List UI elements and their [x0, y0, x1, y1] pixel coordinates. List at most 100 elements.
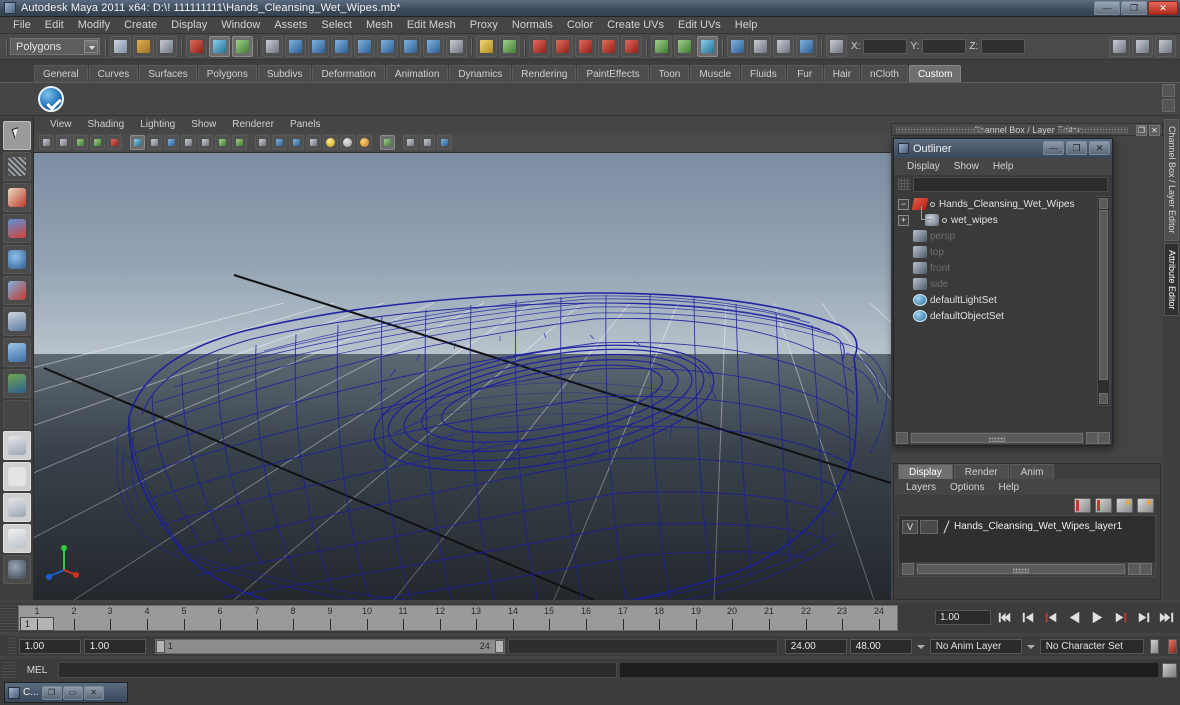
absolute-transform-icon[interactable] [826, 36, 847, 57]
step-forward-frame-button[interactable] [1111, 608, 1130, 627]
tab-attribute-editor[interactable]: Attribute Editor [1164, 242, 1179, 317]
command-line-grip-icon[interactable] [2, 662, 16, 678]
shelf-scroll-up-icon[interactable] [1162, 84, 1175, 97]
hscroll-left-icon[interactable] [896, 431, 908, 444]
layer-tab-display[interactable]: Display [898, 464, 953, 479]
grid-toggle-icon[interactable] [130, 135, 145, 150]
y-input[interactable] [922, 39, 967, 54]
menu-item-modify[interactable]: Modify [71, 17, 117, 34]
isolate-select-icon[interactable] [380, 135, 395, 150]
snap-to-planes-button[interactable] [598, 36, 619, 57]
outliner-persp-layout-button[interactable] [2, 493, 31, 522]
scroll-up-icon[interactable] [1099, 198, 1108, 209]
step-forward-key-button[interactable] [1134, 608, 1153, 627]
menu-item-edit[interactable]: Edit [38, 17, 71, 34]
taskbar-maximize-button[interactable]: ▭ [62, 685, 83, 700]
shadows-icon[interactable] [357, 135, 372, 150]
new-layer-from-selected-icon[interactable] [1095, 497, 1112, 513]
outliner-close-button[interactable]: ✕ [1089, 141, 1110, 155]
scroll-down-icon[interactable] [1099, 393, 1108, 404]
script-editor-icon[interactable] [1162, 662, 1177, 678]
anim-layer-dropdown[interactable]: No Anim Layer [929, 638, 1022, 654]
component-mask-button[interactable] [262, 36, 283, 57]
dock-grip-left[interactable] [896, 127, 986, 133]
menu-item-window[interactable]: Window [214, 17, 267, 34]
hotbox-horse-icon[interactable] [2, 555, 31, 584]
soft-modification-tool[interactable] [2, 338, 31, 367]
z-input[interactable] [981, 39, 1026, 54]
outliner-item-hands_cleansing_wet_wipes[interactable]: − Hands_Cleansing_Wet_Wipes [894, 196, 1112, 219]
snap-to-grids-button[interactable] [529, 36, 550, 57]
smooth-shade-icon[interactable] [272, 135, 287, 150]
outliner-menu-help[interactable]: Help [986, 161, 1021, 172]
menu-item-assets[interactable]: Assets [267, 17, 314, 34]
layer-tab-anim[interactable]: Anim [1009, 464, 1055, 479]
outliner-expander-hands_cleansing_wet_wipes[interactable]: − [898, 198, 909, 210]
hypershade-button[interactable] [796, 36, 817, 57]
go-to-start-button[interactable] [996, 608, 1015, 627]
gate-mask-icon[interactable] [181, 135, 196, 150]
new-layer-icon[interactable] [1074, 497, 1091, 513]
taskbar-restore-button[interactable]: ❐ [41, 685, 62, 700]
last-tool-slot[interactable] [2, 400, 31, 429]
layer-hscroll-right-icon[interactable] [1128, 563, 1140, 575]
shelf-tab-fluids[interactable]: Fluids [741, 65, 786, 82]
render-settings-button[interactable] [697, 36, 718, 57]
outliner-minimize-button[interactable]: — [1043, 141, 1064, 155]
range-max-field[interactable]: 48.00 [849, 638, 912, 654]
menu-item-help[interactable]: Help [728, 17, 765, 34]
shelf-tab-custom[interactable]: Custom [908, 65, 962, 82]
menu-item-edit-uvs[interactable]: Edit UVs [671, 17, 728, 34]
face-mask-button[interactable] [354, 36, 375, 57]
outliner-search-input[interactable] [913, 176, 1108, 192]
new-scene-button[interactable] [110, 36, 131, 57]
shelf-scroll-arrows[interactable] [1162, 84, 1176, 114]
four-view-layout-button[interactable] [2, 462, 31, 491]
outliner-item-defaultlightset[interactable]: defaultLightSet [894, 292, 1112, 308]
hull-mask-button[interactable] [377, 36, 398, 57]
hscroll-end-icon[interactable] [1098, 431, 1110, 444]
text-toggle-icon[interactable] [232, 135, 247, 150]
line-mask-button[interactable] [331, 36, 352, 57]
step-back-frame-button[interactable] [1042, 608, 1061, 627]
rotate-tool[interactable] [2, 245, 31, 274]
go-to-end-button[interactable] [1157, 608, 1176, 627]
universal-manipulator-tool[interactable] [2, 307, 31, 336]
range-handle-left[interactable] [155, 639, 165, 653]
layer-hscroll-thumb[interactable] [917, 564, 1125, 574]
handle-mask-button[interactable] [285, 36, 306, 57]
use-all-lights-icon[interactable] [340, 135, 355, 150]
anim-layer-chevron-icon[interactable] [915, 639, 927, 654]
outliner-item-wet_wipes[interactable]: + wet_wipes [894, 212, 1112, 228]
layer-list[interactable]: V Hands_Cleansing_Wet_Wipes_layer1 [898, 515, 1156, 577]
taskbar-window[interactable]: C... ❐ ▭ ✕ [4, 682, 128, 703]
mel-input[interactable] [57, 662, 618, 678]
menu-item-create[interactable]: Create [117, 17, 164, 34]
scale-tool[interactable] [2, 276, 31, 305]
outliner-item-front[interactable]: front [894, 260, 1112, 276]
menuset-selector[interactable]: Polygons [10, 38, 100, 55]
snap-to-points-button[interactable] [575, 36, 596, 57]
layer-row[interactable]: V Hands_Cleansing_Wet_Wipes_layer1 [899, 518, 1155, 535]
blue-check-icon[interactable] [38, 86, 64, 112]
shelf-tab-subdivs[interactable]: Subdivs [257, 65, 312, 82]
camera-attributes-icon[interactable] [56, 135, 71, 150]
range-end-field[interactable]: 24.00 [784, 638, 847, 654]
animation-preferences-icon[interactable] [1167, 638, 1178, 654]
layer-hscroll-left-icon[interactable] [902, 563, 914, 575]
outliner-horizontal-scrollbar[interactable] [894, 430, 1112, 445]
viewport-menu-renderer[interactable]: Renderer [224, 117, 282, 133]
dock-close-button[interactable]: ✕ [1149, 125, 1160, 136]
lasso-select-tool[interactable] [2, 152, 31, 181]
layer-shading-icon[interactable] [940, 520, 953, 534]
shelf-tab-polygons[interactable]: Polygons [197, 65, 257, 82]
wireframe-shading-icon[interactable] [255, 135, 270, 150]
snap-grid-button[interactable] [499, 36, 520, 57]
3d-viewport[interactable]: persp [34, 153, 891, 600]
menu-item-color[interactable]: Color [560, 17, 600, 34]
render-view-button[interactable] [727, 36, 748, 57]
shelf-tab-dynamics[interactable]: Dynamics [449, 65, 512, 82]
viewport-menu-show[interactable]: Show [183, 117, 224, 133]
shelf-tab-hair[interactable]: Hair [823, 65, 861, 82]
point-mask-button[interactable] [308, 36, 329, 57]
